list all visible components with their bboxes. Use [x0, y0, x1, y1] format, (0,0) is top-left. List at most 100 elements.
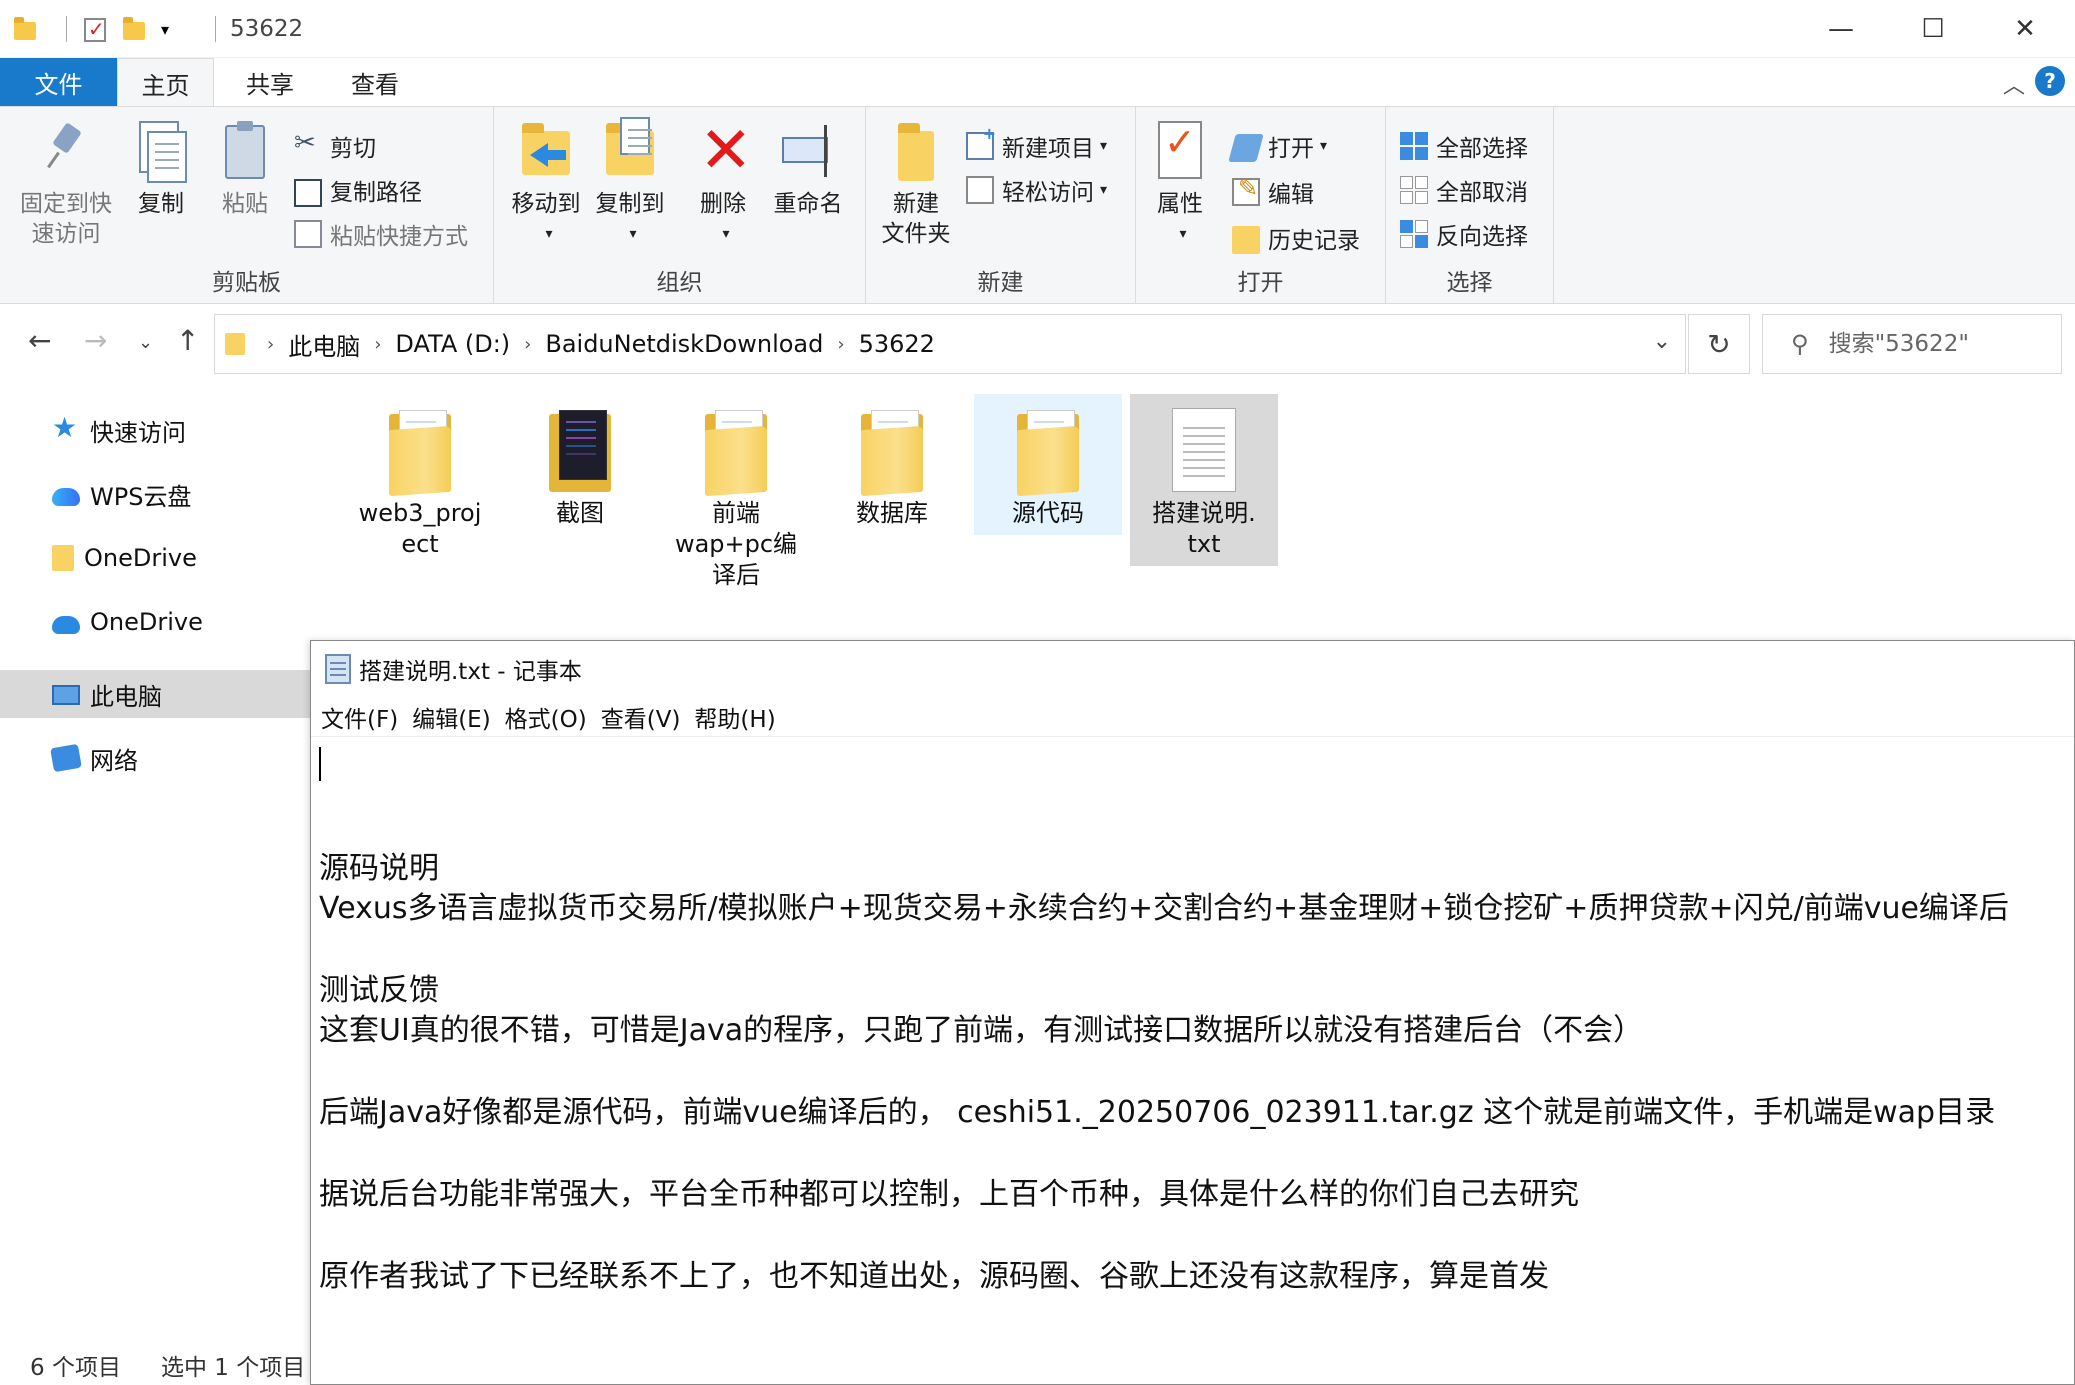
search-box[interactable]: ⚲: [1762, 314, 2062, 374]
file-item-database[interactable]: 数据库: [818, 394, 966, 535]
help-button[interactable]: ?: [2035, 66, 2065, 96]
wps-cloud-icon: [52, 488, 80, 506]
copy-button[interactable]: 复制: [126, 111, 196, 219]
group-label-open: 打开: [1237, 270, 1284, 296]
chevron-down-icon: ▾: [1100, 138, 1108, 154]
file-item-screenshots[interactable]: 截图: [506, 394, 654, 535]
open-icon: [1228, 134, 1264, 162]
invert-selection-button[interactable]: 反向选择: [1400, 215, 1528, 253]
easy-access-button[interactable]: 轻松访问 ▾: [966, 171, 1107, 209]
properties-button[interactable]: 属性 ▾: [1144, 111, 1216, 249]
new-folder-icon[interactable]: [121, 14, 149, 44]
breadcrumb-current[interactable]: 53622: [859, 330, 935, 358]
chevron-right-icon[interactable]: ›: [374, 334, 381, 355]
nav-network[interactable]: 网络: [0, 734, 310, 782]
maximize-button[interactable]: ☐: [1887, 0, 1979, 58]
paste-shortcut-button[interactable]: 粘贴快捷方式: [294, 215, 468, 253]
nav-onedrive[interactable]: OneDrive: [0, 598, 310, 646]
forward-arrow-icon[interactable]: →: [84, 324, 107, 357]
new-folder-button[interactable]: 新建 文件夹: [874, 111, 958, 249]
nav-quick-access[interactable]: 快速访问: [0, 406, 310, 454]
chevron-down-icon: ▾: [1320, 138, 1328, 154]
paste-button[interactable]: 粘贴: [210, 111, 280, 219]
history-icon: [1232, 226, 1260, 254]
nav-label: WPS云盘: [90, 482, 192, 511]
nav-onedrive-folder[interactable]: OneDrive: [0, 534, 310, 582]
file-item-source-code[interactable]: 源代码: [974, 394, 1122, 535]
properties-icon[interactable]: [81, 14, 109, 44]
nav-wps-cloud[interactable]: WPS云盘: [0, 470, 310, 518]
notepad-text-area[interactable]: 源码说明 Vexus多语言虚拟货币交易所/模拟账户+现货交易+永续合约+交割合约…: [311, 737, 2074, 1385]
file-item-setup-txt[interactable]: 搭建说明. txt: [1130, 394, 1278, 566]
file-name: 前端: [712, 499, 760, 527]
move-to-button[interactable]: 移动到 ▾: [504, 111, 588, 249]
properties-icon: [1150, 115, 1210, 185]
copy-to-button[interactable]: 复制到 ▾: [588, 111, 672, 249]
tab-home[interactable]: 主页: [117, 58, 214, 107]
chevron-down-icon: ▾: [722, 226, 730, 242]
chevron-right-icon[interactable]: ›: [837, 334, 844, 355]
pin-label-2: 速访问: [31, 221, 101, 247]
breadcrumb-baidu[interactable]: BaiduNetdiskDownload: [545, 330, 823, 358]
nav-label: OneDrive: [90, 608, 203, 636]
menu-format[interactable]: 格式(O): [505, 700, 587, 734]
tab-share[interactable]: 共享: [220, 58, 320, 106]
chevron-up-icon[interactable]: ︿: [2003, 68, 2025, 100]
paste-label: 粘贴: [222, 191, 268, 217]
select-none-button[interactable]: 全部取消: [1400, 171, 1528, 209]
history-label: 历史记录: [1268, 228, 1360, 254]
close-button[interactable]: ✕: [1979, 0, 2071, 58]
address-bar[interactable]: › 此电脑 › DATA (D:) › BaiduNetdiskDownload…: [214, 314, 1686, 374]
navigation-bar: ← → ⌄ ↑ › 此电脑 › DATA (D:) › BaiduNetdisk…: [0, 304, 2075, 384]
select-all-icon: [1400, 132, 1428, 160]
edit-icon: [1232, 174, 1260, 206]
menu-view[interactable]: 查看(V): [601, 700, 681, 734]
tab-view[interactable]: 查看: [325, 58, 425, 106]
explorer-title-bar: ▾ 53622 — ☐ ✕: [0, 0, 2075, 58]
menu-file[interactable]: 文件(F): [321, 700, 398, 734]
easy-access-label: 轻松访问: [1002, 180, 1094, 206]
menu-help[interactable]: 帮助(H): [694, 700, 775, 734]
search-icon: ⚲: [1791, 330, 1809, 358]
file-name: txt: [1187, 530, 1221, 558]
copy-path-button[interactable]: 复制路径: [294, 171, 422, 209]
file-list: web3_proj ect 截图 前端 wap+pc编 译后 数据库 源代码 搭…: [318, 384, 2075, 644]
invert-selection-label: 反向选择: [1436, 224, 1528, 250]
refresh-icon[interactable]: ↻: [1688, 314, 1750, 374]
breadcrumb-this-pc[interactable]: 此电脑: [288, 327, 360, 362]
select-all-button[interactable]: 全部选择: [1400, 127, 1528, 165]
history-button[interactable]: 历史记录: [1232, 219, 1360, 257]
up-arrow-icon[interactable]: ↑: [176, 324, 199, 357]
pin-quick-access-button[interactable]: 固定到快 速访问: [14, 111, 118, 249]
chevron-down-icon[interactable]: ▾: [161, 14, 189, 44]
search-input[interactable]: [1828, 331, 2049, 357]
copy-path-label: 复制路径: [330, 180, 422, 206]
nav-label: 网络: [90, 746, 138, 775]
edit-button[interactable]: 编辑: [1232, 173, 1314, 211]
cut-button[interactable]: 剪切: [294, 127, 376, 165]
folder-icon: [52, 545, 74, 571]
delete-button[interactable]: ✕ 删除 ▾: [690, 111, 756, 249]
group-label-new: 新建: [977, 270, 1024, 296]
folder-icon: [545, 408, 615, 494]
easy-access-icon: [966, 176, 994, 204]
open-button[interactable]: 打开 ▾: [1228, 127, 1328, 165]
chevron-right-icon[interactable]: ›: [267, 334, 274, 355]
rename-button[interactable]: 重命名: [766, 111, 850, 219]
copy-to-label: 复制到: [595, 191, 665, 217]
new-item-button[interactable]: 新建项目 ▾: [966, 124, 1108, 165]
minimize-button[interactable]: —: [1795, 0, 1887, 58]
menu-edit[interactable]: 编辑(E): [412, 700, 490, 734]
recent-locations-chevron-icon[interactable]: ⌄: [138, 332, 153, 353]
file-item-web3-project[interactable]: web3_proj ect: [346, 394, 494, 566]
nav-label: 此电脑: [90, 682, 162, 711]
chevron-right-icon[interactable]: ›: [524, 334, 531, 355]
copy-to-icon: [600, 115, 660, 185]
tab-file[interactable]: 文件: [0, 58, 117, 106]
file-item-frontend[interactable]: 前端 wap+pc编 译后: [662, 394, 810, 597]
chevron-down-icon[interactable]: ⌄: [1653, 329, 1671, 354]
breadcrumb-data-drive[interactable]: DATA (D:): [395, 330, 510, 358]
file-name: 译后: [712, 561, 760, 589]
nav-this-pc[interactable]: 此电脑: [0, 670, 310, 718]
back-arrow-icon[interactable]: ←: [28, 324, 51, 357]
